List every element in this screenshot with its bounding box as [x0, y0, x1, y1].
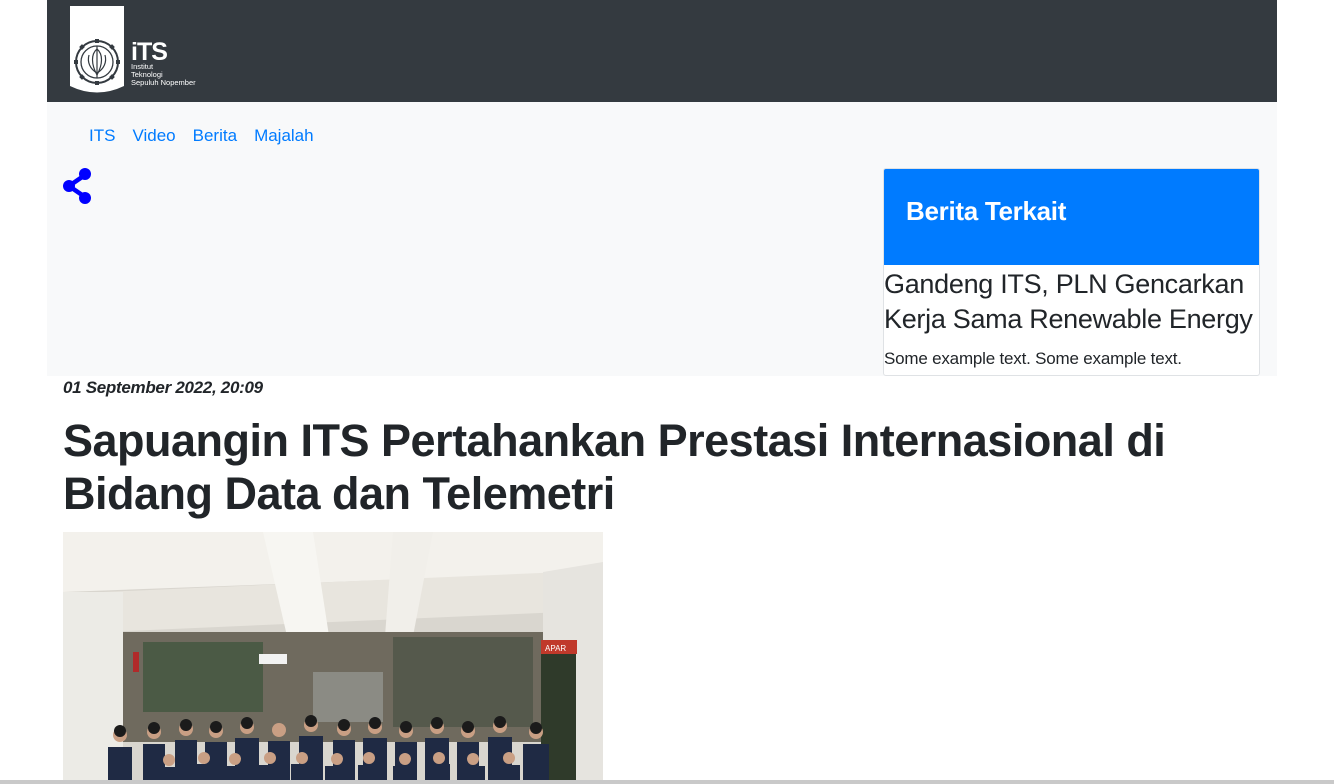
nav-item-majalah[interactable]: Majalah — [254, 126, 314, 146]
article-title: Sapuangin ITS Pertahankan Prestasi Inter… — [63, 415, 1166, 519]
share-button[interactable] — [61, 167, 93, 205]
logo-line-3: Sepuluh Nopember — [131, 78, 196, 87]
bottom-divider — [0, 780, 1334, 784]
logo-text: iTS Institut Teknologi Sepuluh Nopember — [131, 13, 196, 87]
related-news-title[interactable]: Gandeng ITS, PLN Gencarkan Kerja Sama Re… — [884, 265, 1259, 337]
logo-brand: iTS — [131, 38, 168, 66]
main-nav: ITS Video Berita Majalah — [89, 126, 331, 146]
article-date: 01 September 2022, 20:09 — [63, 378, 263, 397]
top-header-bar: iTS Institut Teknologi Sepuluh Nopember — [47, 0, 1277, 102]
its-emblem-icon — [70, 6, 124, 93]
related-news-text: Some example text. Some example text. — [884, 349, 1182, 368]
nav-item-its[interactable]: ITS — [89, 126, 115, 146]
its-logo[interactable]: iTS Institut Teknologi Sepuluh Nopember — [68, 2, 196, 98]
share-icon — [63, 168, 91, 204]
nav-item-video[interactable]: Video — [132, 126, 175, 146]
article-photo: APAR — [63, 532, 603, 784]
nav-section: ITS Video Berita Majalah Berita Terkait … — [47, 102, 1277, 376]
related-news-card: Berita Terkait Gandeng ITS, PLN Gencarka… — [883, 168, 1260, 376]
photo-sign: APAR — [545, 644, 566, 653]
related-news-header: Berita Terkait — [884, 169, 1259, 265]
nav-item-berita[interactable]: Berita — [193, 126, 237, 146]
